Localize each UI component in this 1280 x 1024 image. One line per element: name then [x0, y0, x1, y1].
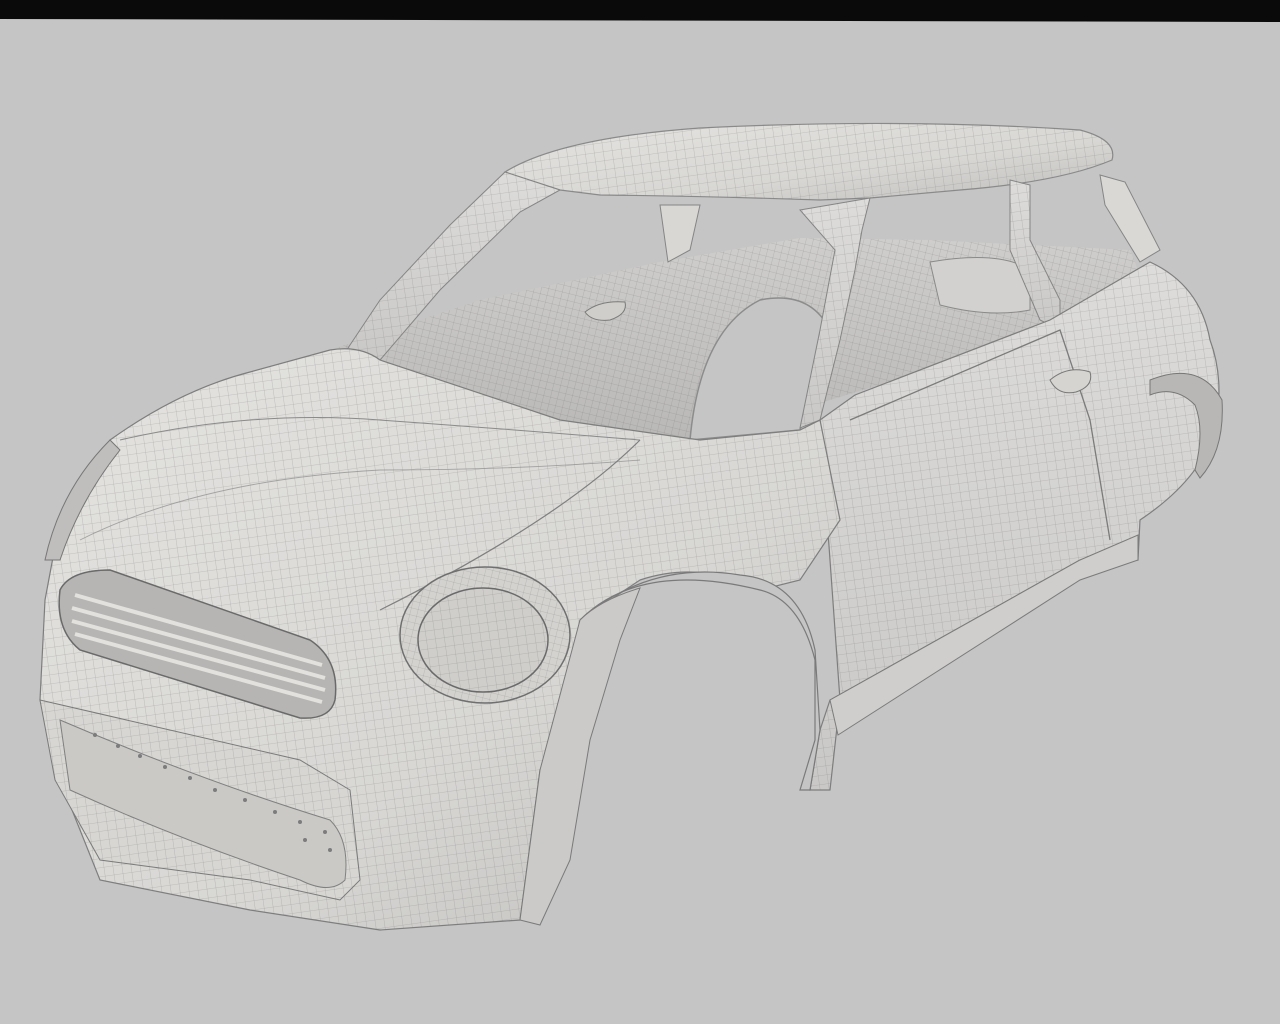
- render-viewport: [0, 0, 1280, 1024]
- car-body-render: [39, 122, 1223, 931]
- headlight: [399, 566, 571, 704]
